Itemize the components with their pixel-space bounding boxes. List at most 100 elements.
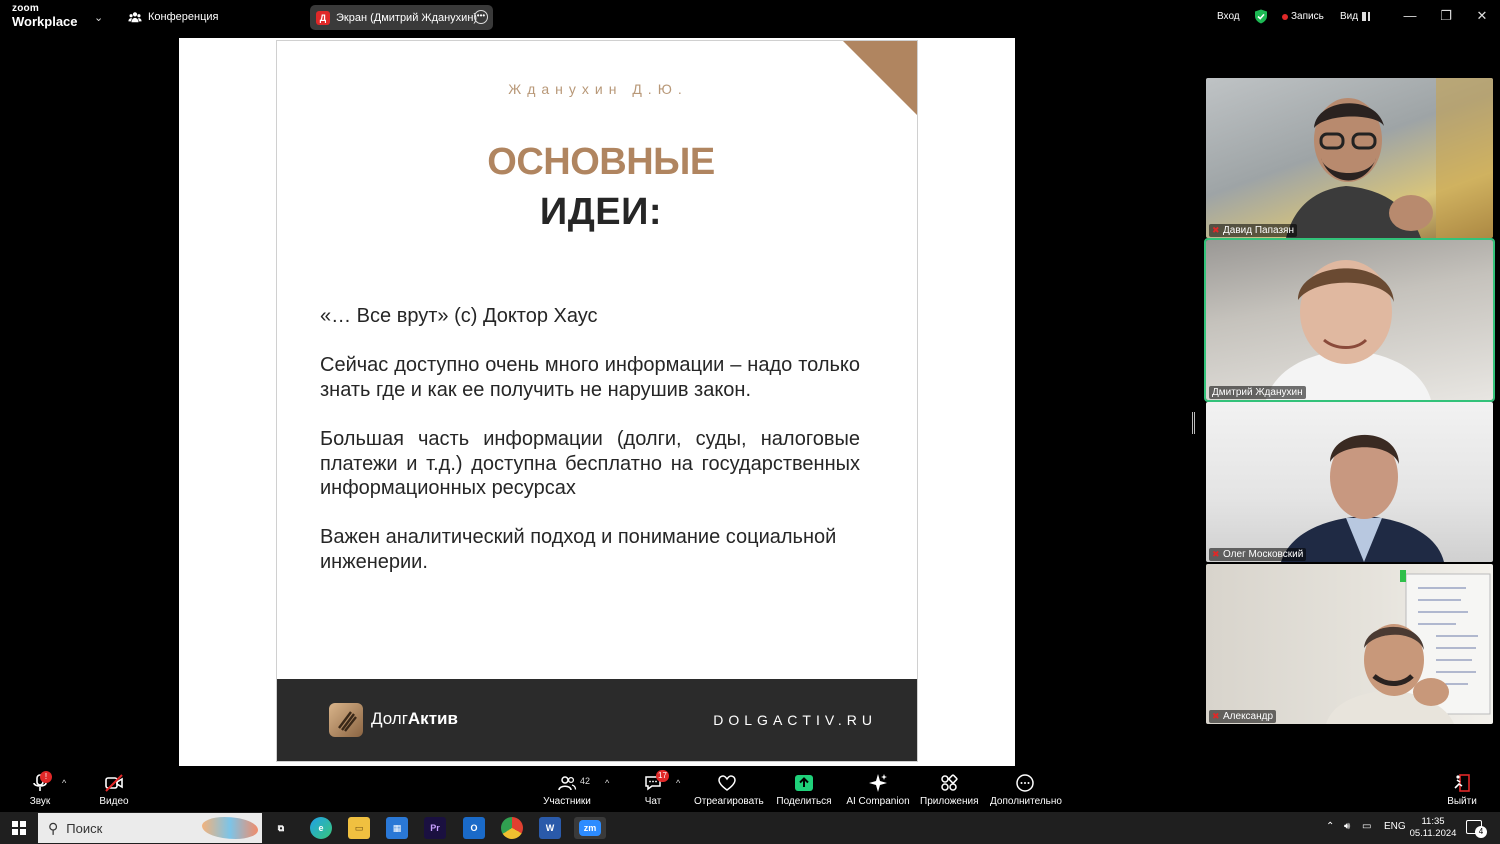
participant-name-label: ✖ Александр — [1209, 710, 1277, 723]
chat-unread-badge: 17 — [656, 770, 669, 782]
notifications-badge: 4 — [1475, 826, 1487, 838]
footer-logo-text: ДолгАктив — [371, 709, 458, 729]
participants-count: 42 — [580, 776, 591, 786]
panel-splitter-handle[interactable] — [1192, 412, 1195, 434]
participants-label: Участники — [543, 796, 591, 807]
notifications-icon[interactable]: 4 — [1466, 820, 1487, 838]
participant-name: Александр — [1223, 711, 1274, 722]
login-button[interactable]: Вход — [1217, 11, 1240, 22]
audio-options-caret-icon[interactable]: ^ — [62, 778, 66, 788]
record-label: Запись — [1291, 11, 1324, 22]
meeting-controls: ! Звук ^ Видео 42 Участники ^ 17 Чат ^ О… — [0, 768, 1500, 812]
video-label: Видео — [99, 796, 129, 807]
share-arrow-icon — [795, 775, 813, 791]
audio-button[interactable]: ! Звук — [22, 770, 58, 807]
leave-label: Выйти — [1447, 796, 1477, 807]
participant-name-label: Дмитрий Жданухин — [1209, 386, 1306, 399]
word-icon[interactable]: W — [539, 817, 561, 839]
search-highlight-art — [202, 817, 258, 839]
react-button[interactable]: Отреагировать — [694, 770, 764, 807]
language-indicator[interactable]: ENG — [1384, 821, 1406, 832]
network-icon[interactable]: ▭ — [1362, 821, 1371, 832]
slide-author: Жданухин Д.Ю. — [508, 81, 688, 97]
share-screen-button[interactable]: Поделиться — [776, 770, 832, 807]
task-view-icon[interactable]: ⧉ — [270, 817, 292, 839]
ai-companion-label: AI Companion — [846, 796, 910, 807]
shield-icon[interactable] — [1254, 9, 1268, 24]
minimize-icon[interactable]: — — [1400, 8, 1420, 23]
premiere-icon[interactable]: Pr — [424, 817, 446, 839]
outlook-icon[interactable]: O — [463, 817, 485, 839]
slide-title-line1: ОСНОВНЫЕ — [487, 141, 715, 183]
chevron-down-icon[interactable]: ⌄ — [94, 11, 103, 24]
edge-icon[interactable]: e — [310, 817, 332, 839]
video-off-icon — [105, 774, 123, 792]
video-tile[interactable]: ✖ Александр — [1206, 564, 1493, 724]
slide-footer: ДолгАктив DOLGACTIV.RU — [277, 679, 917, 761]
leave-button[interactable]: Выйти — [1444, 770, 1480, 807]
apps-button[interactable]: Приложения — [920, 770, 979, 807]
view-button[interactable]: Вид — [1340, 11, 1371, 22]
search-icon: ⚲ — [48, 819, 59, 836]
chat-options-caret-icon[interactable]: ^ — [676, 778, 680, 788]
store-icon[interactable]: ▦ — [386, 817, 408, 839]
restore-icon[interactable]: ❐ — [1436, 8, 1456, 24]
more-icon — [1016, 774, 1034, 792]
heart-icon — [718, 775, 736, 791]
logo-regular: Долг — [371, 709, 408, 728]
slide-paragraph: Важен аналитический подход и понимание с… — [320, 526, 837, 573]
zoom-taskbar-icon[interactable]: zm — [574, 817, 606, 839]
participant-video — [1326, 570, 1491, 724]
screen-share-title: Экран (Дмитрий Жданухин) — [336, 11, 478, 24]
mic-muted-icon: ✖ — [1212, 711, 1220, 721]
windows-start-icon[interactable] — [12, 821, 26, 835]
title-bar: zoom Workplace ⌄ Конференция Д Экран (Дм… — [0, 0, 1500, 36]
close-icon[interactable]: ✕ — [1472, 8, 1492, 24]
more-options-icon[interactable]: ••• — [474, 10, 488, 24]
video-tile[interactable]: ✖ Олег Московский — [1206, 402, 1493, 562]
search-placeholder: Поиск — [66, 820, 103, 836]
react-label: Отреагировать — [694, 796, 764, 807]
chat-label: Чат — [644, 796, 662, 807]
slide-paragraph: «… Все врут» (с) Доктор Хаус — [320, 305, 598, 327]
participants-icon — [558, 776, 577, 791]
windows-taskbar: ⚲ Поиск ⧉ e ▭ ▦ Pr O W zm ⌃ 🔊︎ ▭ ENG 11:… — [0, 812, 1500, 844]
video-button[interactable]: Видео — [94, 770, 134, 807]
ai-companion-button[interactable]: AI Companion — [846, 770, 910, 807]
dolgaktiv-logo-icon — [329, 703, 363, 737]
logo-bold: Актив — [407, 709, 458, 728]
participant-name: Давид Папазян — [1223, 225, 1294, 236]
video-tile[interactable]: ✖ Давид Папазян — [1206, 78, 1493, 238]
mic-muted-icon: ✖ — [1212, 225, 1220, 235]
mic-muted-icon: ✖ — [1212, 549, 1220, 559]
conference-button[interactable]: Конференция — [128, 10, 218, 24]
participants-button[interactable]: 42 Участники — [540, 770, 594, 807]
more-label: Дополнительно — [990, 796, 1062, 807]
tray-chevron-icon[interactable]: ⌃ — [1326, 821, 1334, 832]
file-explorer-icon[interactable]: ▭ — [348, 817, 370, 839]
people-icon — [128, 12, 142, 23]
brand-small: zoom — [12, 3, 39, 14]
clock[interactable]: 11:35 05.11.2024 — [1408, 816, 1458, 840]
taskbar-search[interactable]: ⚲ Поиск — [38, 813, 262, 843]
participants-options-caret-icon[interactable]: ^ — [605, 778, 609, 788]
screen-share-pill[interactable]: Д Экран (Дмитрий Жданухин) ••• — [310, 5, 493, 30]
audio-warning-badge: ! — [40, 771, 52, 783]
leave-door-icon — [1454, 774, 1470, 792]
chat-button[interactable]: 17 Чат — [634, 770, 672, 807]
more-button[interactable]: Дополнительно — [990, 770, 1062, 807]
audio-label: Звук — [29, 796, 51, 807]
zoom-brand[interactable]: zoom Workplace — [12, 3, 78, 29]
volume-icon[interactable]: 🔊︎ — [1344, 821, 1350, 832]
slide-title-line2: ИДЕИ: — [539, 191, 663, 233]
slide-paragraph: Большая часть информации (долги, суды, н… — [320, 428, 860, 499]
participant-name-label: ✖ Давид Папазян — [1209, 224, 1297, 237]
presenter-badge: Д — [316, 10, 330, 25]
view-label: Вид — [1340, 11, 1359, 22]
slide-paragraph: Сейчас доступно очень много информации –… — [320, 354, 860, 401]
chrome-icon[interactable] — [501, 817, 523, 839]
conference-label: Конференция — [148, 11, 219, 23]
video-tile-active-speaker[interactable]: Дмитрий Жданухин — [1204, 238, 1495, 402]
participant-video — [1286, 78, 1493, 238]
record-indicator[interactable]: Запись — [1282, 11, 1324, 22]
